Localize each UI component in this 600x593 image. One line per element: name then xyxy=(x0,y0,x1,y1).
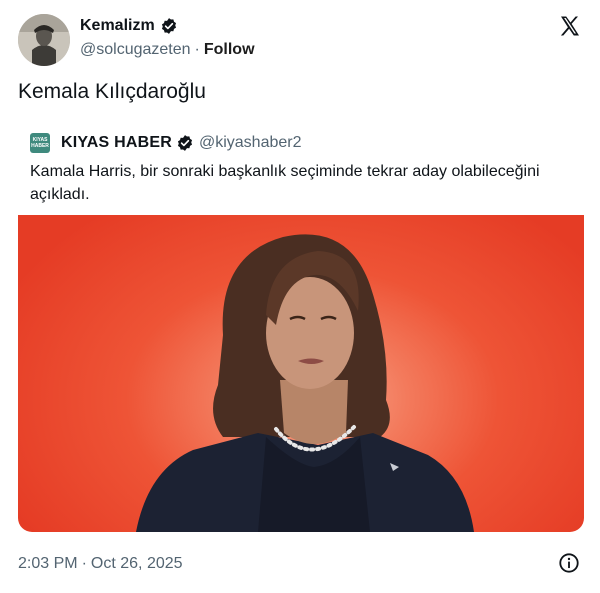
author-avatar[interactable] xyxy=(18,14,70,66)
verified-badge-icon xyxy=(177,135,193,151)
quoted-author-handle[interactable]: @kiyashaber2 xyxy=(199,134,302,152)
separator-dot: · xyxy=(81,555,87,572)
tweet-timestamp[interactable]: 2:03 PM · Oct 26, 2025 xyxy=(18,555,183,573)
quoted-tweet-header: KIYAS HABER KIYAS HABER @kiyashaber2 xyxy=(30,133,301,153)
quoted-author-name[interactable]: KIYAS HABER xyxy=(61,134,172,152)
verified-badge-icon xyxy=(161,18,176,34)
tweet-card: Kemalizm @solcugazeten · Follow Kemala K… xyxy=(0,0,600,593)
tweet-time: 2:03 PM xyxy=(18,555,78,572)
info-icon[interactable] xyxy=(558,552,580,574)
quoted-tweet[interactable]: KIYAS HABER KIYAS HABER @kiyashaber2 Kam… xyxy=(18,118,584,534)
quoted-tweet-text: Kamala Harris, bir sonraki başkanlık seç… xyxy=(30,163,540,203)
author-name-row: Kemalizm xyxy=(80,17,178,35)
author-subline: @solcugazeten · Follow xyxy=(80,41,255,59)
author-handle[interactable]: @solcugazeten xyxy=(80,41,191,59)
x-logo-icon[interactable] xyxy=(558,14,582,38)
tweet-text: Kemala Kılıçdaroğlu xyxy=(18,80,206,103)
tweet-date: Oct 26, 2025 xyxy=(90,555,183,572)
follow-button[interactable]: Follow xyxy=(204,41,255,59)
separator-dot: · xyxy=(194,41,200,58)
quoted-author-avatar[interactable]: KIYAS HABER xyxy=(30,133,50,153)
quoted-avatar-text-line2: HABER xyxy=(31,143,49,149)
author-name[interactable]: Kemalizm xyxy=(80,17,155,35)
quoted-tweet-image[interactable] xyxy=(18,215,584,532)
